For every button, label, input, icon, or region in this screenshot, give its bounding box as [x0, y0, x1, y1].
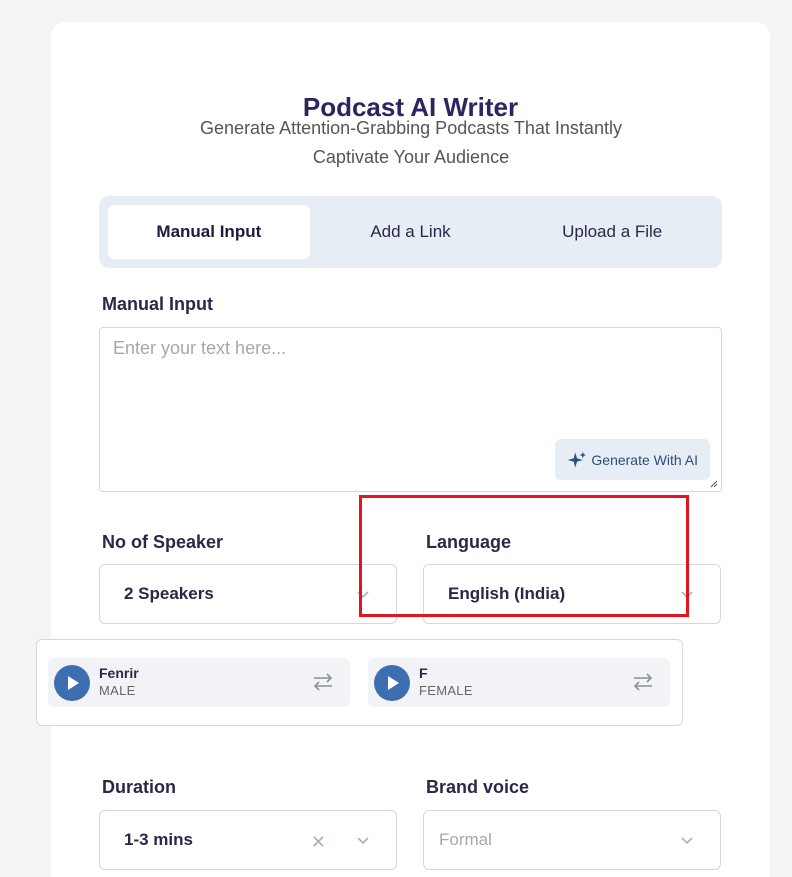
speaker-count-label: No of Speaker: [102, 532, 224, 552]
clear-icon[interactable]: ✕: [311, 832, 326, 853]
duration-label: Duration: [102, 777, 176, 797]
voice-gender: MALE: [99, 683, 136, 698]
brand-voice-label: Brand voice: [426, 777, 530, 797]
voice-name: F: [419, 665, 428, 681]
swap-icon[interactable]: [632, 672, 654, 692]
chevron-down-icon: [681, 837, 693, 845]
tab-add-link[interactable]: Add a Link: [310, 205, 512, 259]
brand-voice-placeholder: Formal: [439, 830, 492, 849]
manual-input-box: Generate With AI: [99, 327, 722, 492]
brand-voice-select[interactable]: Formal: [423, 810, 721, 870]
voice-card-2: F FEMALE: [368, 658, 670, 707]
swap-icon[interactable]: [312, 672, 334, 692]
play-icon[interactable]: [54, 665, 90, 701]
voice-selection-panel: Fenrir MALE F FEMALE: [36, 639, 683, 726]
generate-with-ai-button[interactable]: Generate With AI: [555, 439, 710, 480]
chevron-down-icon: [357, 837, 369, 845]
page-subtitle: Generate Attention-Grabbing Podcasts Tha…: [200, 118, 622, 167]
speaker-count-select[interactable]: 2 Speakers: [99, 564, 397, 624]
language-highlight-box: [359, 495, 689, 617]
input-mode-tabs: Manual Input Add a Link Upload a File: [99, 196, 722, 268]
voice-gender: FEMALE: [419, 683, 473, 698]
duration-value: 1-3 mins: [124, 830, 193, 849]
tab-manual-input[interactable]: Manual Input: [108, 205, 310, 259]
tab-upload-file[interactable]: Upload a File: [511, 205, 713, 259]
podcast-writer-card: Podcast AI Writer Generate Attention-Gra…: [51, 22, 770, 877]
generate-with-ai-label: Generate With AI: [591, 451, 698, 468]
play-icon[interactable]: [374, 665, 410, 701]
duration-select[interactable]: 1-3 mins ✕: [99, 810, 397, 870]
manual-input-label: Manual Input: [102, 294, 213, 314]
resize-handle-icon[interactable]: [710, 480, 718, 488]
voice-name: Fenrir: [99, 665, 139, 681]
speaker-count-value: 2 Speakers: [124, 584, 214, 603]
sparkle-icon: [568, 451, 587, 467]
voice-card-1: Fenrir MALE: [48, 658, 350, 707]
